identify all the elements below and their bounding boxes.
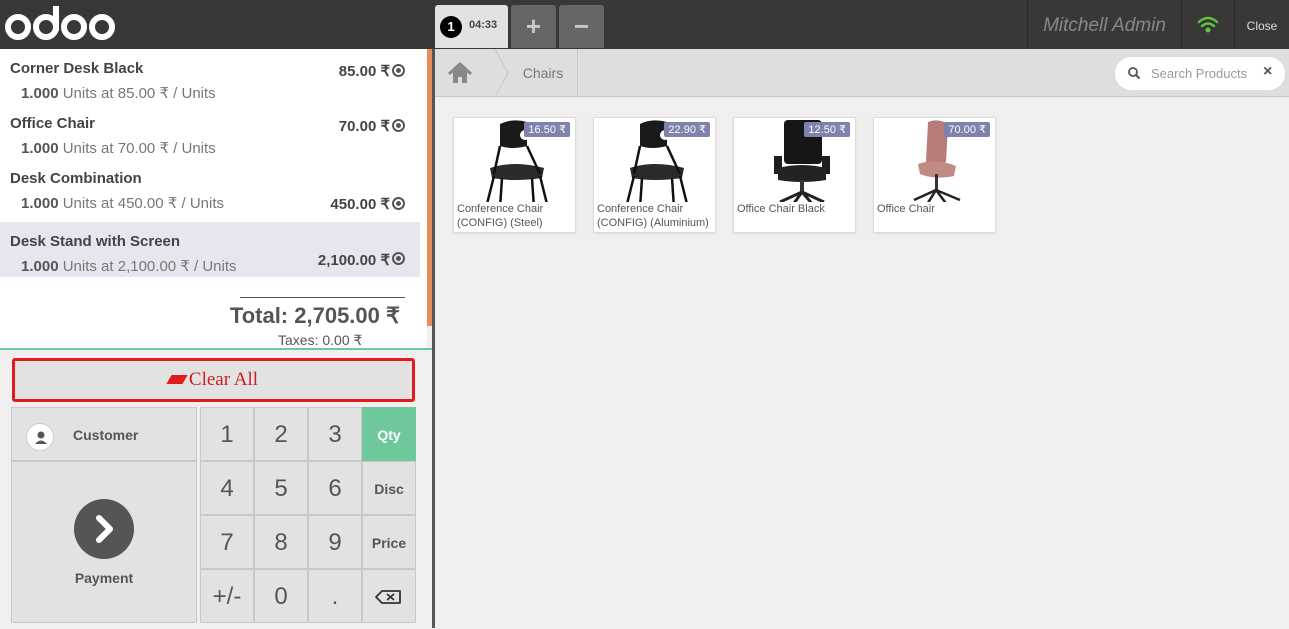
line-qty: 1.000 [21,85,59,102]
remove-line-icon[interactable] [392,119,405,132]
line-price: 70.00 ₹ [338,118,390,135]
order-taxes: Taxes: 0.00 ₹ [278,332,363,348]
remove-line-icon[interactable] [392,252,405,265]
pos-header: 1 04:33 + − Mitchell Admin Close [0,0,1289,49]
numpad-key-7[interactable]: 7 [200,515,254,569]
backspace-button[interactable] [362,569,416,623]
customer-label: Customer [73,427,139,443]
numpad-key-2[interactable]: 2 [254,407,308,461]
search-icon [1128,67,1140,79]
line-product-name: Corner Desk Black [10,60,144,77]
clear-all-label: Clear All [188,369,259,390]
line-product-name: Desk Stand with Screen [10,233,181,250]
numpad-key-0[interactable]: 0 [254,569,308,623]
numpad-key-1[interactable]: 1 [200,407,254,461]
line-qty: 1.000 [21,195,59,212]
product-name: Conference Chair (CONFIG) (Steel) [457,203,544,229]
clear-search-icon[interactable]: × [1263,63,1272,81]
line-product-name: Desk Combination [10,170,142,187]
line-detail: 1.000 Units at 70.00 ₹ / Units [21,139,216,157]
numpad-key-4[interactable]: 4 [200,461,254,515]
line-detail: 1.000 Units at 450.00 ₹ / Units [21,194,224,212]
line-detail: 1.000 Units at 2,100.00 ₹ / Units [21,257,237,275]
breadcrumb-chairs[interactable]: Chairs [509,49,577,97]
line-detail: 1.000 Units at 85.00 ₹ / Units [21,84,216,102]
numpad-key-6[interactable]: 6 [308,461,362,515]
order-line[interactable]: Corner Desk Black 85.00 ₹ 1.000 Units at… [0,49,420,104]
price-tag: 22.90 ₹ [664,122,710,137]
order-line[interactable]: Office Chair 70.00 ₹ 1.000 Units at 70.0… [0,104,420,159]
price-tag: 12.50 ₹ [804,122,850,137]
numpad-key-5[interactable]: 5 [254,461,308,515]
order-total: Total: 2,705.00 ₹ [229,303,400,328]
product-screen: Chairs × 16.50 ₹ Conference Chair (CONFI… [435,49,1289,628]
price-tag: 16.50 ₹ [524,122,570,137]
wifi-icon[interactable] [1182,0,1234,49]
product-card[interactable]: 22.90 ₹ Conference Chair (CONFIG) (Alumi… [593,117,716,233]
eraser-icon [166,375,188,384]
line-unit-info: Units at 85.00 ₹ / Units [62,85,216,102]
product-card[interactable]: 12.50 ₹ Office Chair Black [733,117,856,233]
order-divider [0,348,432,350]
product-card[interactable]: 70.00 ₹ Office Chair [873,117,996,233]
chevron-right-icon [74,499,134,559]
qty-mode-button[interactable]: Qty [362,407,416,461]
product-card[interactable]: 16.50 ₹ Conference Chair (CONFIG) (Steel… [453,117,576,233]
order-tab[interactable]: 1 04:33 [435,5,508,48]
line-price: 85.00 ₹ [338,63,390,80]
search-input[interactable] [1151,57,1261,90]
line-price: 2,100.00 ₹ [317,252,390,269]
breadcrumb-divider [577,49,578,97]
order-time: 04:33 [469,19,498,31]
remove-line-icon[interactable] [392,64,405,77]
order-line-selected[interactable]: Desk Stand with Screen 2,100.00 ₹ 1.000 … [0,222,420,277]
add-order-button[interactable]: + [511,5,556,48]
line-product-name: Office Chair [10,115,96,132]
breadcrumb-separator [495,49,509,97]
product-name: Office Chair Black [737,203,825,215]
line-price: 450.00 ₹ [330,196,390,213]
price-mode-button[interactable]: Price [362,515,416,569]
clear-all-button[interactable]: Clear All [12,358,415,402]
user-name[interactable]: Mitchell Admin [1028,0,1181,49]
odoo-logo [5,6,115,40]
search-box[interactable]: × [1115,57,1285,90]
backspace-icon [375,590,401,604]
numpad-key-dot[interactable]: . [308,569,362,623]
line-unit-info: Units at 70.00 ₹ / Units [62,140,216,157]
user-icon [26,423,54,451]
payment-button[interactable]: Payment [11,461,197,623]
numpad-key-plus-minus[interactable]: +/- [200,569,254,623]
line-qty: 1.000 [21,258,59,275]
line-qty: 1.000 [21,140,59,157]
line-unit-info: Units at 2,100.00 ₹ / Units [62,258,237,275]
home-button[interactable] [435,49,495,97]
close-button[interactable]: Close [1235,0,1289,49]
product-name: Office Chair [877,203,935,215]
disc-mode-button[interactable]: Disc [362,461,416,515]
numpad-key-9[interactable]: 9 [308,515,362,569]
line-unit-info: Units at 450.00 ₹ / Units [62,195,225,212]
left-pane: Corner Desk Black 85.00 ₹ 1.000 Units at… [0,49,432,628]
price-tag: 70.00 ₹ [944,122,990,137]
order-lines: Corner Desk Black 85.00 ₹ 1.000 Units at… [0,49,427,348]
order-line[interactable]: Desk Combination 450.00 ₹ 1.000 Units at… [0,159,420,214]
total-divider [240,297,405,298]
remove-line-icon[interactable] [392,197,405,210]
customer-button[interactable]: Customer [11,407,197,461]
numpad-key-8[interactable]: 8 [254,515,308,569]
breadcrumb: Chairs × [435,49,1289,97]
home-icon [447,62,473,83]
numpad-key-3[interactable]: 3 [308,407,362,461]
payment-label: Payment [74,570,134,586]
order-number-badge: 1 [440,16,462,38]
product-name: Conference Chair (CONFIG) (Aluminium) [597,203,709,229]
remove-order-button[interactable]: − [559,5,604,48]
